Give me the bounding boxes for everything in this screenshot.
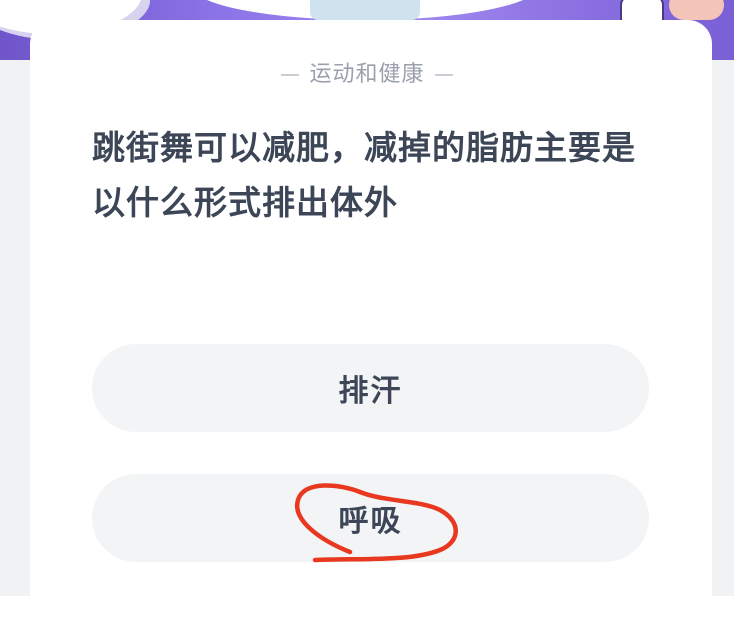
- category-dash-right: [434, 74, 453, 76]
- quiz-question: 跳街舞可以减肥，减掉的脂肪主要是以什么形式排出体外: [92, 128, 636, 222]
- answer-option-1[interactable]: 排汗: [92, 344, 649, 432]
- banner-decoration-hand: [669, 0, 724, 20]
- answer-option-2-label: 呼吸: [338, 504, 403, 539]
- banner-decoration-figure: [310, 0, 420, 20]
- category-dash-left: [281, 74, 300, 76]
- answer-option-2[interactable]: 呼吸: [92, 474, 649, 562]
- answer-option-1-label: 排汗: [338, 374, 403, 409]
- category-label: 运动和健康: [309, 62, 425, 87]
- quiz-category: 运动和健康: [0, 56, 734, 88]
